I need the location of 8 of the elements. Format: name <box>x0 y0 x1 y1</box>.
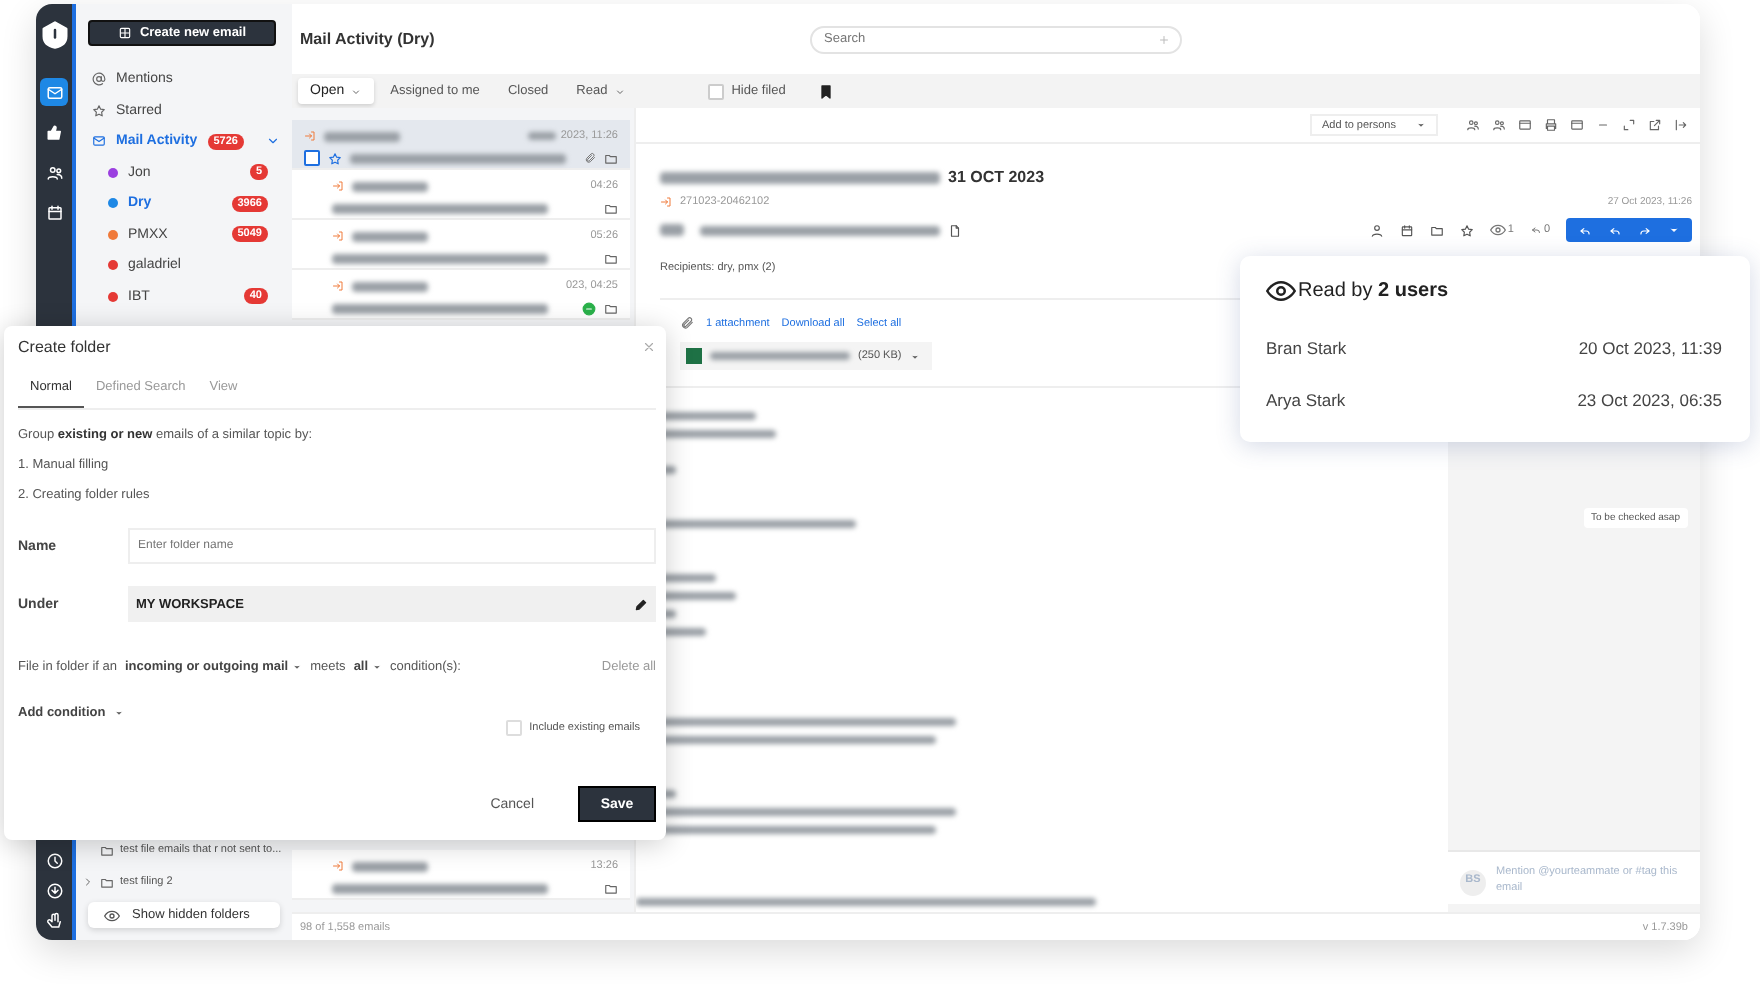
dialog-title: Create folder <box>18 338 111 356</box>
reader-name: Bran Stark <box>1266 338 1347 358</box>
page-title: Mail Activity (Dry) <box>300 30 437 48</box>
read-time: 20 Oct 2023, 11:39 <box>1578 338 1722 358</box>
reader-name: Arya Stark <box>1266 390 1346 410</box>
read-time: 23 Oct 2023, 06:35 <box>1577 390 1722 410</box>
email-subject-date: 31 OCT 2023 <box>948 168 1045 186</box>
popup-title: Read by 2 users <box>1298 280 1449 302</box>
